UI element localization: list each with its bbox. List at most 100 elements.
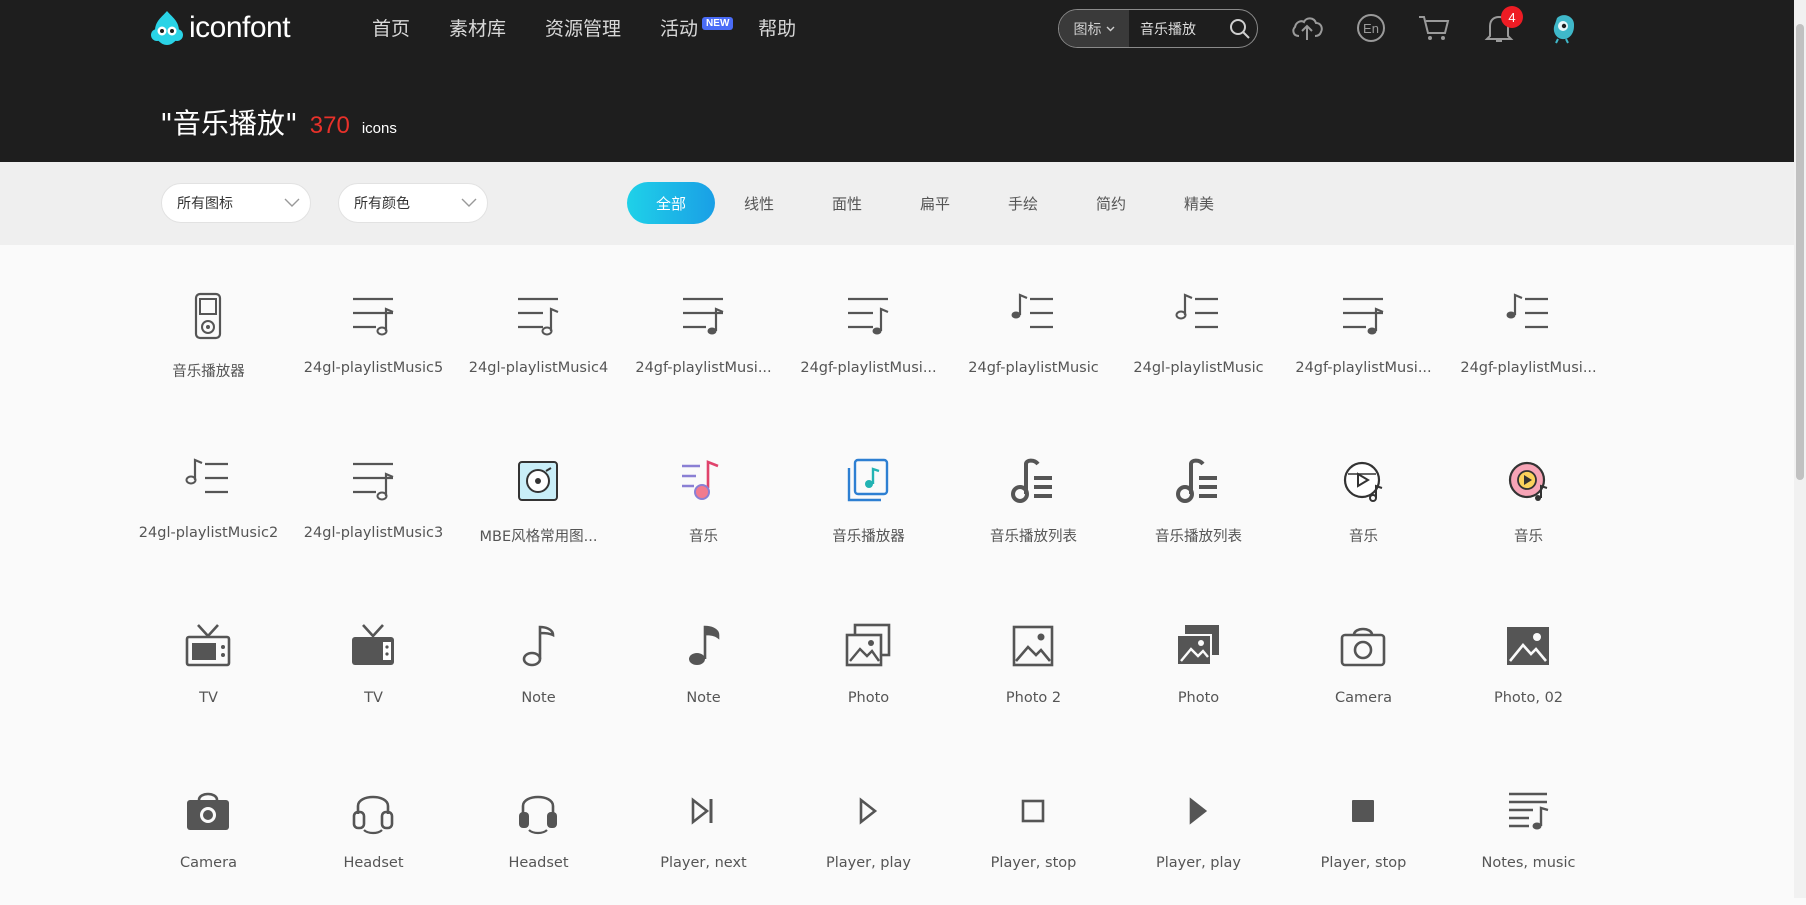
- icon-card-label: 音乐播放列表: [990, 529, 1077, 545]
- icon-card[interactable]: 24gf-playlistMusi...: [1281, 245, 1446, 410]
- icon-card[interactable]: Player, play: [1116, 740, 1281, 905]
- icon-type-value: 所有图标: [177, 196, 233, 212]
- icon-card[interactable]: 音乐播放器: [126, 245, 291, 410]
- icon-card[interactable]: 24gl-playlistMusic: [1116, 245, 1281, 410]
- icon-card-label: TV: [199, 690, 218, 706]
- playlist-music-icon: [1175, 293, 1218, 329]
- search-input[interactable]: 音乐播放: [1129, 19, 1223, 39]
- cart-button[interactable]: [1416, 10, 1452, 46]
- music-disc-color-icon: [1508, 461, 1548, 501]
- icon-card[interactable]: Photo, 02: [1446, 575, 1611, 740]
- scroll-thumb[interactable]: [1796, 24, 1804, 480]
- color-value: 所有颜色: [354, 196, 410, 212]
- tab-linear[interactable]: 线性: [715, 182, 803, 224]
- icon-card-label: 24gl-playlistMusic4: [468, 360, 609, 376]
- icon-card[interactable]: Camera: [126, 740, 291, 905]
- icon-card[interactable]: Headset: [291, 740, 456, 905]
- tab-fine[interactable]: 精美: [1155, 182, 1243, 224]
- chevron-down-icon: [461, 198, 477, 207]
- tab-all[interactable]: 全部: [627, 182, 715, 224]
- icon-card[interactable]: Notes, music: [1446, 740, 1611, 905]
- icon-card[interactable]: 音乐: [1281, 410, 1446, 575]
- nav-library[interactable]: 素材库: [449, 14, 506, 41]
- player-stop-outline-icon: [1021, 799, 1045, 823]
- icon-card-label: TV: [364, 690, 383, 706]
- main-nav: 首页 素材库 资源管理 活动 NEW 帮助: [372, 14, 835, 41]
- tab-solid[interactable]: 面性: [803, 182, 891, 224]
- icon-card[interactable]: 24gf-playlistMusi...: [786, 245, 951, 410]
- icon-card[interactable]: Note: [456, 575, 621, 740]
- icon-card[interactable]: 音乐播放器: [786, 410, 951, 575]
- icon-card[interactable]: 音乐: [1446, 410, 1611, 575]
- icon-card[interactable]: Headset: [456, 740, 621, 905]
- icon-card[interactable]: 24gl-playlistMusic4: [456, 245, 621, 410]
- icon-card[interactable]: 24gf-playlistMusic: [951, 245, 1116, 410]
- color-dropdown[interactable]: 所有颜色: [338, 183, 488, 223]
- playlist-music-icon: [518, 297, 559, 336]
- headset-outline-icon: [352, 795, 394, 835]
- icon-card-label: 24gf-playlistMusi...: [1295, 360, 1432, 376]
- brand-name: iconfont: [189, 11, 291, 44]
- icon-card[interactable]: Photo: [786, 575, 951, 740]
- tab-handdrawn[interactable]: 手绘: [979, 182, 1067, 224]
- icon-card[interactable]: 24gl-playlistMusic2: [126, 410, 291, 575]
- icon-card[interactable]: 24gl-playlistMusic3: [291, 410, 456, 575]
- icon-card-label: 音乐播放器: [832, 529, 905, 545]
- photo-filled-icon: [1507, 627, 1549, 665]
- icon-card[interactable]: Player, play: [786, 740, 951, 905]
- icon-type-dropdown[interactable]: 所有图标: [161, 183, 311, 223]
- icon-card-label: 音乐: [1514, 529, 1543, 545]
- icon-card[interactable]: Player, next: [621, 740, 786, 905]
- icon-card[interactable]: 音乐: [621, 410, 786, 575]
- icon-card[interactable]: 音乐播放列表: [951, 410, 1116, 575]
- icon-card[interactable]: TV: [291, 575, 456, 740]
- playlist-music-icon: [353, 297, 394, 336]
- icon-card-label: Photo: [847, 690, 890, 706]
- playlist-music-icon: [848, 297, 889, 335]
- icon-card[interactable]: Camera: [1281, 575, 1446, 740]
- icon-card[interactable]: 音乐播放列表: [1116, 410, 1281, 575]
- music-colorful-icon: [682, 460, 719, 500]
- scrollbar[interactable]: [1794, 0, 1806, 898]
- icon-card[interactable]: 24gf-playlistMusi...: [621, 245, 786, 410]
- playlist-music-icon: [683, 297, 724, 335]
- upload-button[interactable]: [1289, 10, 1325, 46]
- nav-home[interactable]: 首页: [372, 14, 410, 41]
- icon-card[interactable]: Player, stop: [1281, 740, 1446, 905]
- search-button[interactable]: [1223, 10, 1257, 47]
- icon-card-label: 24gl-playlistMusic3: [303, 525, 444, 541]
- icon-card[interactable]: Photo 2: [951, 575, 1116, 740]
- icon-card[interactable]: 24gl-playlistMusic5: [291, 245, 456, 410]
- language-button[interactable]: En: [1353, 10, 1389, 46]
- icon-card-label: 24gl-playlistMusic2: [138, 525, 279, 541]
- tab-simple[interactable]: 简约: [1067, 182, 1155, 224]
- notifications-button[interactable]: 4: [1481, 6, 1523, 46]
- chevron-down-icon: [1106, 26, 1114, 31]
- icon-card-label: Camera: [180, 855, 237, 871]
- icon-card-label: Player, stop: [990, 855, 1077, 871]
- nav-resources[interactable]: 资源管理: [545, 14, 621, 41]
- icon-card-label: MBE风格常用图...: [479, 529, 598, 545]
- search-type-select[interactable]: 图标: [1059, 10, 1129, 47]
- result-count: 370: [309, 112, 350, 139]
- mbe-music-player-icon: [518, 461, 558, 501]
- notes-music-icon: [1509, 792, 1549, 830]
- avatar[interactable]: [1546, 10, 1582, 46]
- player-next-icon: [691, 797, 713, 825]
- icon-card[interactable]: Player, stop: [951, 740, 1116, 905]
- playlist-music-icon: [1343, 297, 1384, 335]
- icon-card[interactable]: Note: [621, 575, 786, 740]
- nav-help[interactable]: 帮助: [758, 14, 796, 41]
- new-badge: NEW: [702, 17, 734, 30]
- icon-card[interactable]: Photo: [1116, 575, 1281, 740]
- nav-events[interactable]: 活动 NEW: [660, 14, 734, 41]
- tab-flat[interactable]: 扁平: [891, 182, 979, 224]
- icon-card[interactable]: TV: [126, 575, 291, 740]
- icon-card-label: Player, next: [660, 855, 747, 871]
- icon-card-label: 音乐: [1349, 529, 1378, 545]
- icon-card[interactable]: MBE风格常用图...: [456, 410, 621, 575]
- music-list-icon: [1176, 458, 1217, 503]
- logo[interactable]: iconfont: [149, 8, 291, 48]
- icon-card[interactable]: 24gf-playlistMusi...: [1446, 245, 1611, 410]
- playlist-music-icon: [353, 462, 394, 501]
